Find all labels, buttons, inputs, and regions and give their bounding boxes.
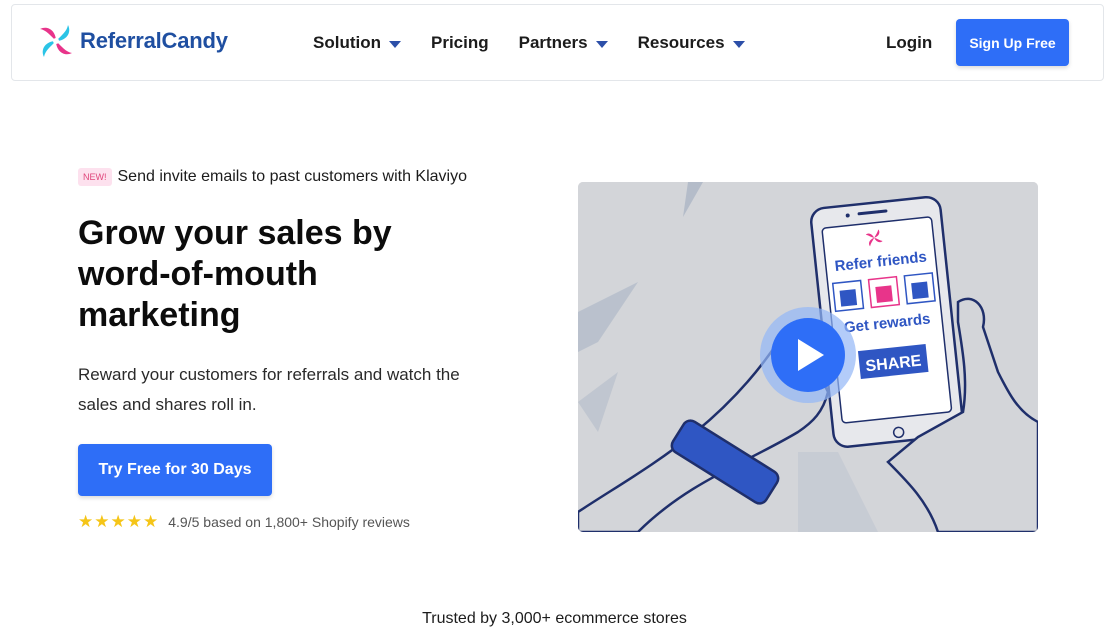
star-icon: ★ — [143, 512, 159, 531]
hero-headline: Grow your sales by word-of-mouth marketi… — [78, 214, 392, 334]
caret-down-icon — [388, 40, 401, 48]
brand-name: ReferralCandy — [80, 28, 228, 53]
star-icon: ★ — [78, 512, 94, 531]
referralcandy-logo-icon — [40, 25, 72, 57]
nav-item-label: Pricing — [430, 33, 489, 52]
rating-text: 4.9/5 based on 1,800+ Shopify reviews — [168, 514, 410, 530]
rating-row: ★ ★ ★ ★ ★ 4.9/5 based on 1,800+ Shopify … — [78, 513, 410, 531]
top-navbar: ReferralCandy Solution Pricing Partners … — [11, 4, 1104, 81]
star-icon: ★ — [110, 512, 126, 531]
announcement-bar[interactable]: NEW! Send invite emails to past customer… — [78, 168, 467, 186]
login-link[interactable]: Login — [886, 33, 932, 53]
nav-item-resources[interactable]: Resources — [638, 33, 745, 53]
caret-down-icon — [732, 40, 745, 48]
try-free-button[interactable]: Try Free for 30 Days — [78, 444, 272, 496]
brand-logo[interactable]: ReferralCandy — [36, 21, 228, 61]
caret-down-icon — [595, 40, 608, 48]
main-menu: Solution Pricing Partners Resources — [313, 33, 775, 53]
nav-item-label: Solution — [313, 33, 381, 52]
video-illustration: Refer friends Get rewards SHARE — [578, 182, 1038, 532]
new-badge: NEW! — [78, 168, 112, 186]
nav-item-label: Partners — [518, 33, 588, 52]
nav-item-label: Resources — [637, 33, 725, 52]
hero-video[interactable]: Refer friends Get rewards SHARE — [578, 182, 1038, 532]
signup-button[interactable]: Sign Up Free — [956, 19, 1069, 66]
nav-item-pricing[interactable]: Pricing — [431, 33, 489, 53]
hero-subtext: Reward your customers for referrals and … — [78, 365, 460, 414]
trusted-by-text: Trusted by 3,000+ ecommerce stores — [422, 610, 687, 627]
announcement-text: Send invite emails to past customers wit… — [117, 168, 467, 185]
star-rating: ★ ★ ★ ★ ★ — [78, 513, 159, 531]
star-icon: ★ — [94, 512, 110, 531]
nav-item-solution[interactable]: Solution — [313, 33, 401, 53]
star-icon: ★ — [126, 512, 142, 531]
nav-item-partners[interactable]: Partners — [519, 33, 608, 53]
